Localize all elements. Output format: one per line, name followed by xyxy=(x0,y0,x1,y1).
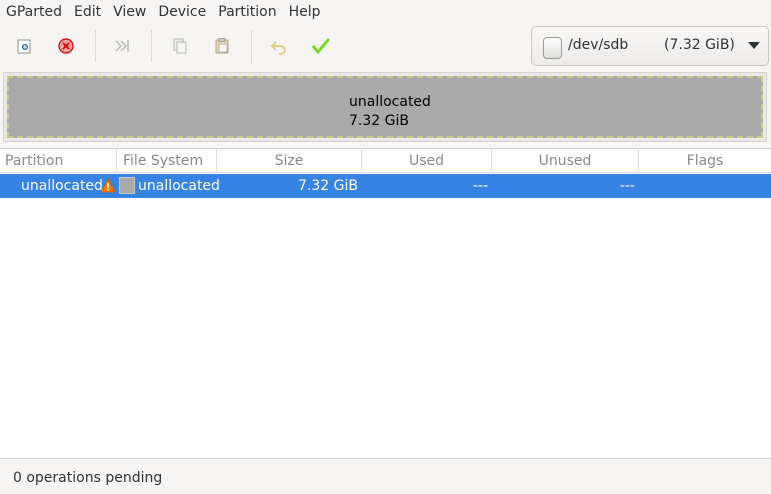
new-partition-button[interactable] xyxy=(10,32,38,60)
menu-bar: GParted Edit View Device Partition Help xyxy=(0,0,771,24)
device-selector[interactable]: /dev/sdb (7.32 GiB) xyxy=(531,26,769,66)
disk-map-segment-size: 7.32 GiB xyxy=(349,113,409,129)
table-header: Partition File System Size Used Unused F… xyxy=(0,149,771,173)
undo-button[interactable] xyxy=(265,32,293,60)
paste-button[interactable] xyxy=(208,32,236,60)
menu-help[interactable]: Help xyxy=(283,0,327,24)
resize-move-button[interactable] xyxy=(108,32,136,60)
partition-name: unallocated xyxy=(21,178,103,194)
partition-flags xyxy=(639,174,767,198)
disk-map-segment-name: unallocated xyxy=(349,94,431,110)
disk-icon xyxy=(543,37,562,59)
dropdown-arrow-icon xyxy=(748,42,760,49)
toolbar-separator xyxy=(151,30,152,62)
partition-table: Partition File System Size Used Unused F… xyxy=(0,148,771,458)
table-row[interactable]: unallocated unallocated 7.32 GiB --- --- xyxy=(0,174,771,198)
copy-button[interactable] xyxy=(166,32,194,60)
status-bar: 0 operations pending xyxy=(0,458,771,494)
undo-icon xyxy=(270,41,286,55)
delete-partition-icon xyxy=(58,38,74,54)
column-header-unused[interactable]: Unused xyxy=(492,149,639,173)
menu-edit[interactable]: Edit xyxy=(68,0,107,24)
new-partition-icon xyxy=(17,39,31,54)
filesystem-name: unallocated xyxy=(138,178,220,194)
column-header-filesystem[interactable]: File System xyxy=(117,149,217,173)
menu-device[interactable]: Device xyxy=(152,0,212,24)
menu-partition[interactable]: Partition xyxy=(212,0,282,24)
filesystem-color-swatch xyxy=(119,177,135,194)
paste-icon xyxy=(215,38,229,54)
menu-view[interactable]: View xyxy=(107,0,152,24)
partition-used: --- xyxy=(472,178,488,194)
column-header-used[interactable]: Used xyxy=(362,149,492,173)
device-size: (7.32 GiB) xyxy=(664,37,735,53)
partition-unused: --- xyxy=(619,178,635,194)
copy-icon xyxy=(173,38,187,54)
apply-button[interactable] xyxy=(307,32,335,60)
partition-size: 7.32 GiB xyxy=(298,178,358,194)
disk-map-label: unallocated 7.32 GiB xyxy=(349,93,431,131)
column-header-flags[interactable]: Flags xyxy=(639,149,771,173)
disk-map-unallocated-segment[interactable]: unallocated 7.32 GiB xyxy=(7,76,763,138)
menu-gparted[interactable]: GParted xyxy=(0,0,68,24)
resize-move-icon xyxy=(115,40,129,52)
disk-map: unallocated 7.32 GiB xyxy=(3,72,767,142)
device-path: /dev/sdb xyxy=(568,37,629,53)
delete-partition-button[interactable] xyxy=(52,32,80,60)
toolbar-separator xyxy=(95,30,96,62)
operations-pending-text: 0 operations pending xyxy=(13,470,163,486)
column-header-partition[interactable]: Partition xyxy=(0,149,117,173)
apply-icon xyxy=(311,38,331,55)
toolbar-separator xyxy=(251,30,252,62)
column-header-size[interactable]: Size xyxy=(217,149,362,173)
warning-icon xyxy=(100,178,116,193)
